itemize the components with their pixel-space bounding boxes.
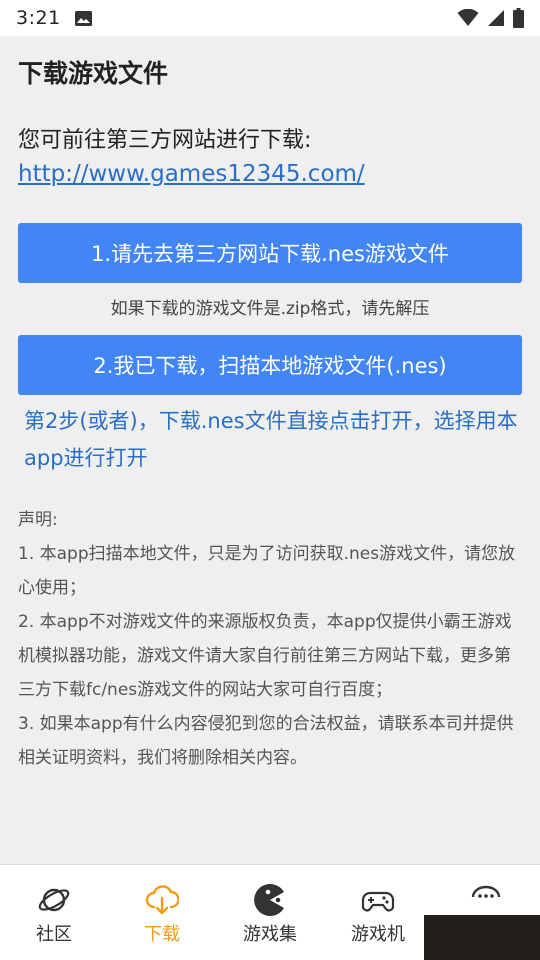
pacman-icon [254,884,284,916]
disclaimer-item-2: 2. 本app不对游戏文件的来源版权负责，本app仅提供小霸王游戏机模拟器功能，… [18,612,512,700]
main-content: 下载游戏文件 您可前往第三方网站进行下载: http://www.games12… [0,36,540,864]
gamepad-icon [361,891,395,912]
nav-item-community[interactable]: 社区 [0,865,108,960]
nav-item-download[interactable]: 下载 [108,865,216,960]
step2-alternative-text: 第2步(或者)，下载.nes文件直接点击打开，选择用本app进行打开 [24,409,518,470]
disclaimer: 声明: 1. 本app扫描本地文件，只是为了访问获取.nes游戏文件，请您放心使… [18,503,524,775]
third-party-link[interactable]: http://www.games12345.com/ [18,161,365,187]
unzip-note: 如果下载的游戏文件是.zip格式，请先解压 [110,299,430,319]
nav-label-download: 下载 [144,924,180,945]
disclaimer-item-1: 1. 本app扫描本地文件，只是为了访问获取.nes游戏文件，请您放心使用； [18,544,516,598]
nav-label-console: 游戏机 [351,924,405,945]
download-from-site-button[interactable]: 1.请先去第三方网站下载.nes游戏文件 [18,223,522,283]
nav-label-community: 社区 [36,924,72,945]
watermark-overlay [424,915,540,960]
page-title: 下载游戏文件 [18,59,169,88]
nav-item-console[interactable]: 游戏机 [324,865,432,960]
image-notification-icon [74,10,92,26]
status-time: 3:21 [16,7,61,29]
status-bar: 3:21 [0,0,540,36]
status-icons [457,8,524,28]
battery-icon [513,8,524,28]
intro-text: 您可前往第三方网站进行下载: [18,128,312,153]
cloud-download-icon [145,885,179,915]
disclaimer-item-3: 3. 如果本app有什么内容侵犯到您的合法权益，请联系本司并提供相关证明资料，我… [18,714,514,768]
planet-icon [38,888,70,912]
nav-item-game-collection[interactable]: 游戏集 [216,865,324,960]
signal-icon [488,10,504,26]
disclaimer-heading: 声明: [18,510,58,530]
nav-label-game-collection: 游戏集 [243,924,297,945]
scan-local-files-button[interactable]: 2.我已下载，扫描本地游戏文件(.nes) [18,335,522,395]
wifi-icon [457,9,479,26]
chat-icon [471,885,501,898]
